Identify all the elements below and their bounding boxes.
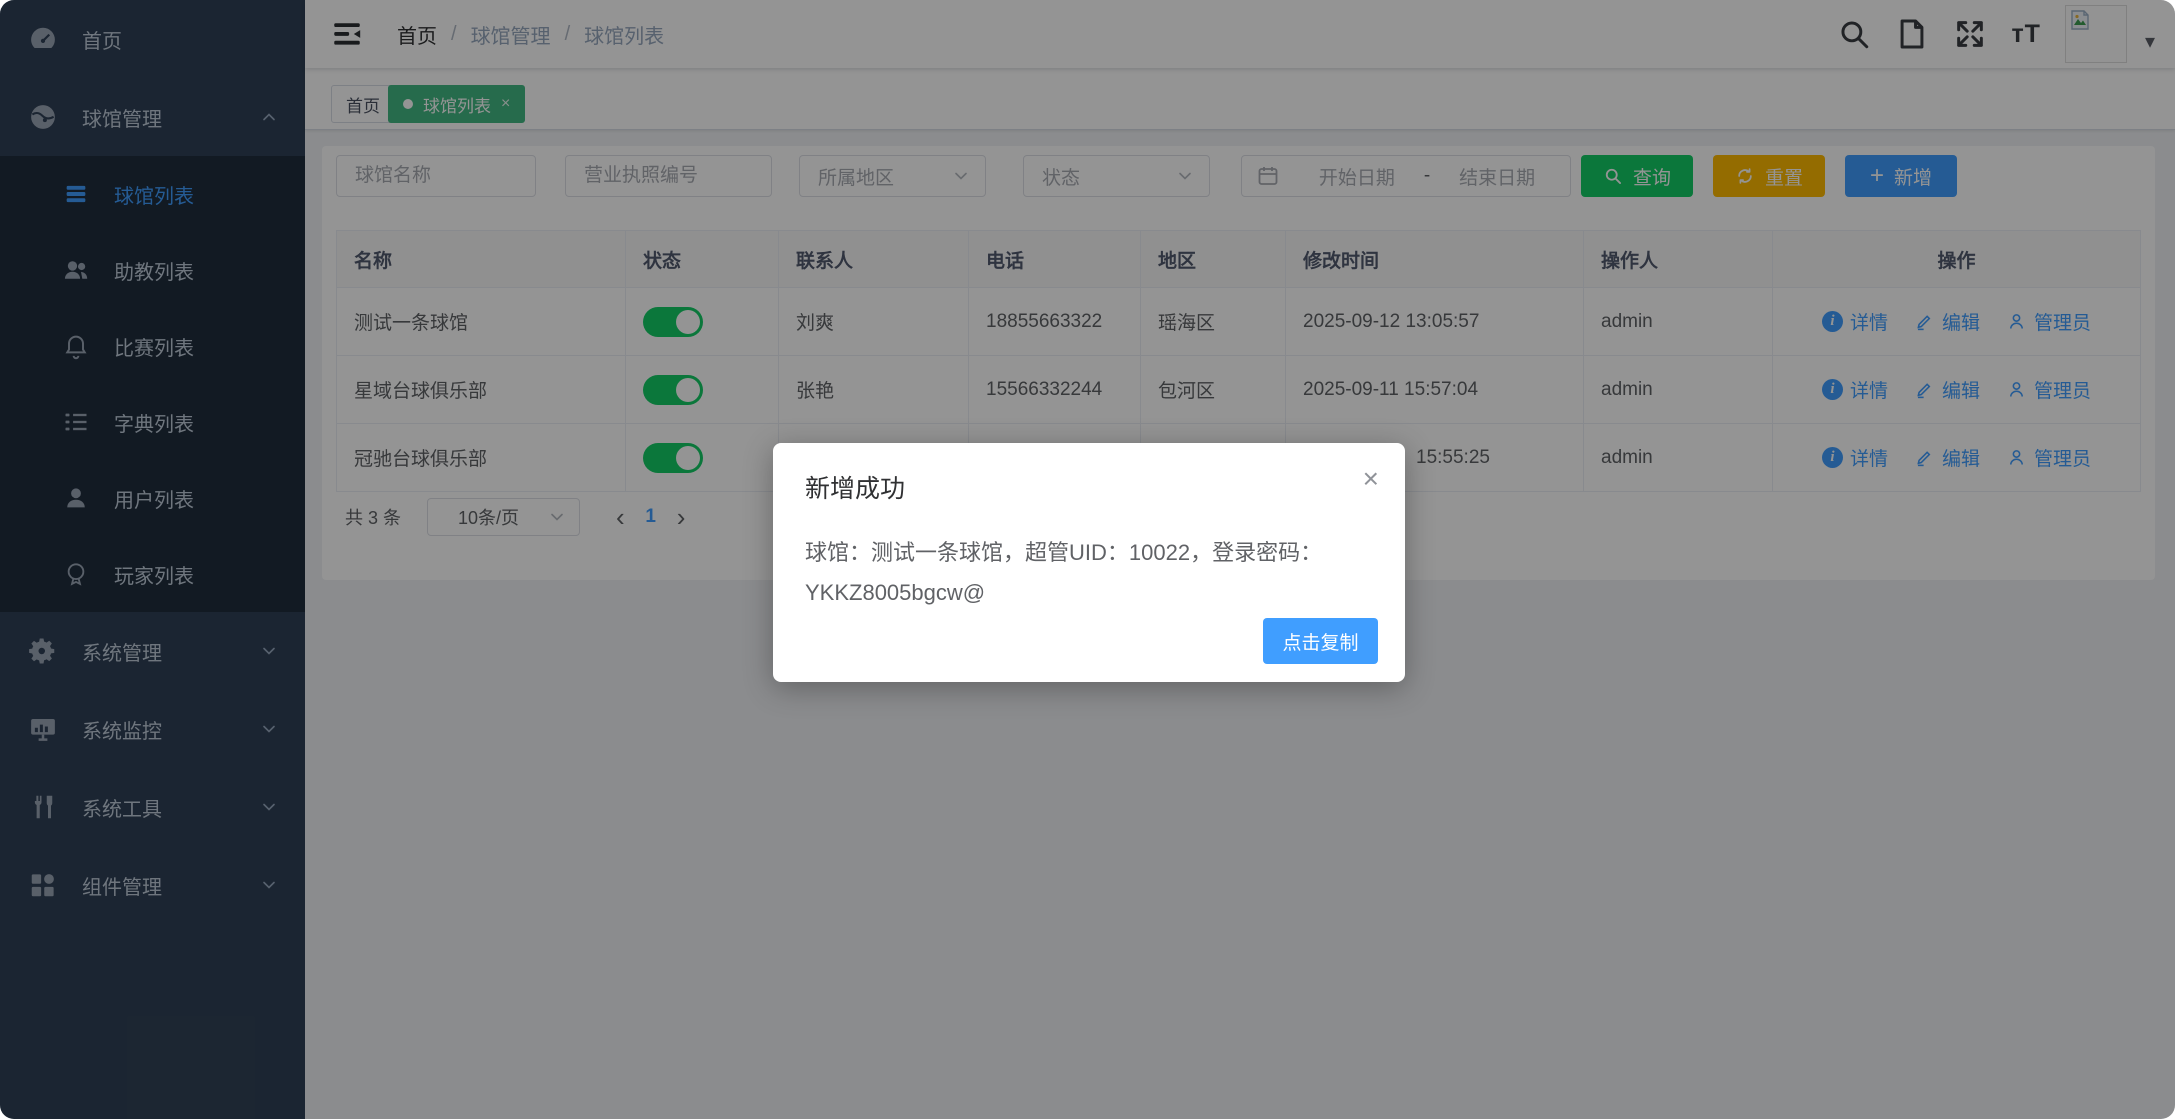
close-icon[interactable]: × [1363, 465, 1379, 493]
copy-button[interactable]: 点击复制 [1263, 618, 1378, 664]
dialog-title: 新增成功 [805, 469, 1373, 505]
success-dialog: 新增成功 × 球馆：测试一条球馆，超管UID：10022，登录密码：YKKZ80… [773, 443, 1405, 682]
dialog-message: 球馆：测试一条球馆，超管UID：10022，登录密码：YKKZ8005bgcw@ [805, 533, 1373, 613]
app-window: 首页 球馆管理 球馆列表 助教列表 [0, 0, 2175, 1119]
